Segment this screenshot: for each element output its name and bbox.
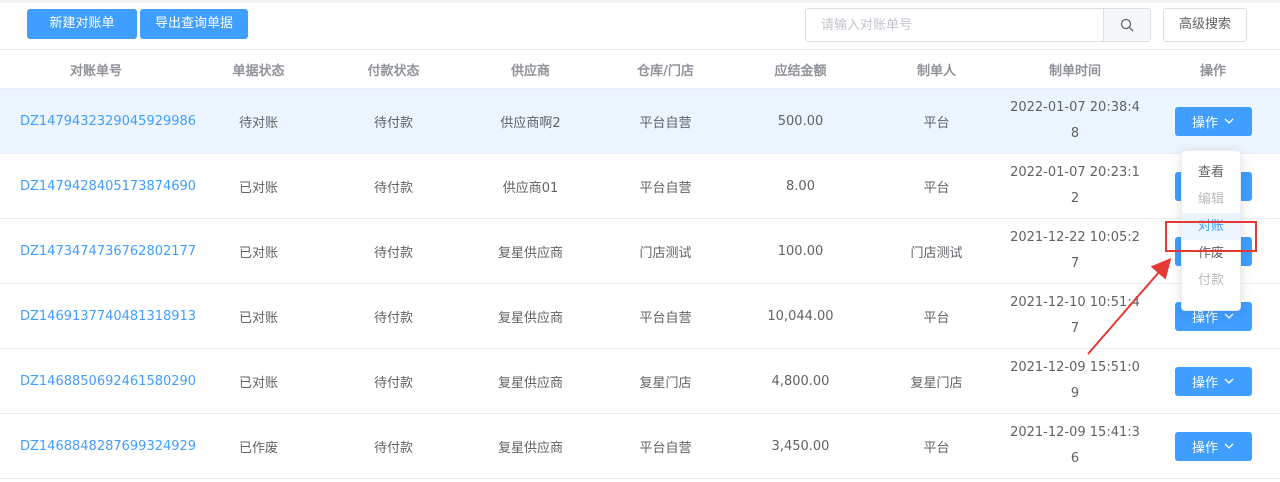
search-input[interactable] bbox=[806, 9, 1104, 41]
amount: 500.00 bbox=[777, 113, 824, 129]
menu-item-void[interactable]: 作废 bbox=[1182, 240, 1240, 267]
column-header: 供应商 bbox=[510, 63, 550, 79]
created-time: 2021-12-10 10:51:47 bbox=[1010, 295, 1140, 336]
pay-status: 待付款 bbox=[373, 310, 413, 326]
table-row[interactable]: DZ1479432329045929986 待对账 待付款 供应商啊2 平台自营… bbox=[0, 89, 1280, 154]
operation-label: 操作 bbox=[1191, 375, 1218, 391]
amount: 4,800.00 bbox=[771, 373, 830, 389]
table-row[interactable]: DZ1479428405173874690 已对账 待付款 供应商01 平台自营… bbox=[0, 154, 1280, 219]
chevron-down-icon bbox=[1224, 443, 1234, 449]
statement-id-link[interactable]: DZ1479428405173874690 bbox=[0, 154, 196, 218]
table-row[interactable]: DZ1468850692461580290 已对账 待付款 复星供应商 复星门店… bbox=[0, 349, 1280, 414]
creator: 复星门店 bbox=[910, 375, 963, 391]
menu-item-view[interactable]: 查看 bbox=[1182, 159, 1240, 186]
amount: 10,044.00 bbox=[767, 308, 834, 324]
pay-status: 待付款 bbox=[373, 375, 413, 391]
chevron-down-icon bbox=[1224, 378, 1234, 384]
creator: 平台 bbox=[923, 310, 950, 326]
operation-label: 操作 bbox=[1191, 440, 1218, 456]
doc-status: 已对账 bbox=[238, 180, 278, 196]
created-time: 2021-12-09 15:41:36 bbox=[1010, 425, 1140, 466]
column-header: 制单人 bbox=[916, 63, 956, 79]
op-cell: 操作 bbox=[1146, 89, 1280, 153]
table-header: 对账单号 单据状态 付款状态 供应商 仓库/门店 应结金额 制单人 制单时间 操… bbox=[0, 49, 1280, 89]
operation-label: 操作 bbox=[1191, 115, 1218, 131]
chevron-down-icon bbox=[1224, 118, 1234, 124]
creator: 平台 bbox=[923, 180, 950, 196]
store: 门店测试 bbox=[639, 245, 692, 261]
operation-button[interactable]: 操作 bbox=[1174, 431, 1252, 461]
statement-id-link[interactable]: DZ1468848287699324929 bbox=[0, 414, 196, 478]
doc-status: 已对账 bbox=[238, 310, 278, 326]
operation-button[interactable]: 操作 bbox=[1174, 366, 1252, 396]
created-time: 2022-01-07 20:38:48 bbox=[1010, 100, 1140, 141]
doc-status: 已作废 bbox=[238, 440, 278, 456]
column-header: 对账单号 bbox=[69, 63, 122, 79]
menu-item-pay: 付款 bbox=[1197, 273, 1224, 288]
chevron-down-icon bbox=[1224, 313, 1234, 319]
statement-id-link[interactable]: DZ1473474736762802177 bbox=[0, 219, 196, 283]
pay-status: 待付款 bbox=[373, 180, 413, 196]
pay-status: 待付款 bbox=[373, 440, 413, 456]
creator: 门店测试 bbox=[910, 245, 963, 261]
created-time: 2021-12-09 15:51:09 bbox=[1010, 360, 1140, 401]
export-query-button[interactable]: 导出查询单据 bbox=[140, 9, 248, 39]
creator: 平台 bbox=[923, 440, 950, 456]
statement-id-link[interactable]: DZ1469137740481318913 bbox=[0, 284, 196, 348]
statement-id-link[interactable]: DZ1468850692461580290 bbox=[0, 349, 196, 413]
operation-dropdown-menu: 查看 编辑 对账 作废 付款 bbox=[1181, 150, 1241, 311]
supplier: 供应商01 bbox=[502, 180, 559, 196]
search-box bbox=[805, 8, 1151, 42]
column-header: 仓库/门店 bbox=[637, 63, 694, 79]
supplier: 复星供应商 bbox=[497, 375, 563, 391]
supplier: 复星供应商 bbox=[497, 245, 563, 261]
op-cell: 操作 bbox=[1146, 349, 1280, 413]
column-header: 操作 bbox=[1199, 63, 1226, 79]
store: 平台自营 bbox=[639, 180, 692, 196]
column-header: 单据状态 bbox=[232, 63, 285, 79]
store: 平台自营 bbox=[639, 440, 692, 456]
pay-status: 待付款 bbox=[373, 115, 413, 131]
supplier: 复星供应商 bbox=[497, 440, 563, 456]
store: 平台自营 bbox=[639, 115, 692, 131]
op-cell: 操作 bbox=[1146, 414, 1280, 478]
column-header: 制单时间 bbox=[1048, 63, 1101, 79]
doc-status: 待对账 bbox=[238, 115, 278, 131]
supplier: 供应商啊2 bbox=[500, 115, 561, 131]
amount: 100.00 bbox=[777, 243, 824, 259]
new-statement-button[interactable]: 新建对账单 bbox=[27, 9, 137, 39]
column-header: 付款状态 bbox=[367, 63, 420, 79]
store: 平台自营 bbox=[639, 310, 692, 326]
advanced-search-button[interactable]: 高级搜索 bbox=[1163, 8, 1247, 42]
table-row[interactable]: DZ1469137740481318913 已对账 待付款 复星供应商 平台自营… bbox=[0, 284, 1280, 349]
table-row[interactable]: DZ1473474736762802177 已对账 待付款 复星供应商 门店测试… bbox=[0, 219, 1280, 284]
table-row[interactable]: DZ1468848287699324929 已作废 待付款 复星供应商 平台自营… bbox=[0, 414, 1280, 479]
menu-item-edit: 编辑 bbox=[1197, 192, 1224, 207]
amount: 3,450.00 bbox=[771, 438, 830, 454]
store: 复星门店 bbox=[639, 375, 692, 391]
search-icon bbox=[1120, 18, 1134, 32]
created-time: 2022-01-07 20:23:12 bbox=[1010, 165, 1140, 206]
search-button[interactable] bbox=[1103, 9, 1150, 41]
amount: 8.00 bbox=[786, 178, 815, 194]
created-time: 2021-12-22 10:05:27 bbox=[1010, 230, 1140, 271]
creator: 平台 bbox=[923, 115, 950, 131]
menu-item-reconcile[interactable]: 对账 bbox=[1182, 213, 1240, 240]
toolbar: 新建对账单 导出查询单据 高级搜索 bbox=[0, 3, 1280, 49]
statement-id-link[interactable]: DZ1479432329045929986 bbox=[0, 89, 196, 153]
operation-button[interactable]: 操作 bbox=[1174, 106, 1252, 136]
column-header: 应结金额 bbox=[774, 63, 827, 79]
supplier: 复星供应商 bbox=[497, 310, 563, 326]
statement-table: 对账单号 单据状态 付款状态 供应商 仓库/门店 应结金额 制单人 制单时间 操… bbox=[0, 49, 1280, 479]
doc-status: 已对账 bbox=[238, 245, 278, 261]
pay-status: 待付款 bbox=[373, 245, 413, 261]
doc-status: 已对账 bbox=[238, 375, 278, 391]
